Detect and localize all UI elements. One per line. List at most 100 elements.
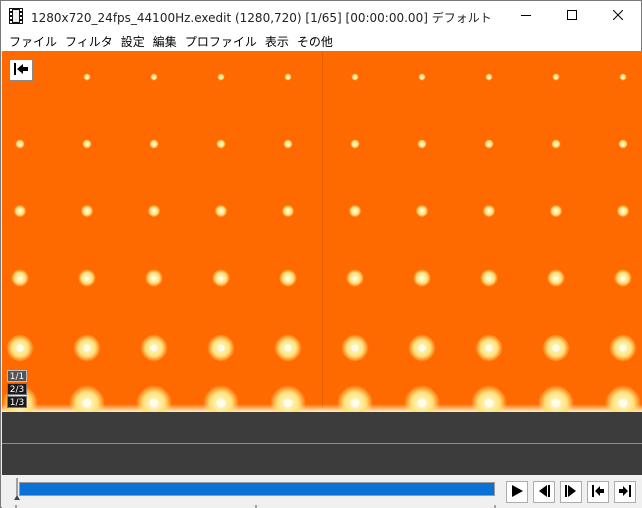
jump-to-start-button[interactable] <box>9 59 33 81</box>
sparkle-particle <box>202 329 240 367</box>
sparkle-core <box>353 142 357 146</box>
menu-edit[interactable]: 編集 <box>151 33 183 50</box>
timeline-marker-line <box>2 443 642 444</box>
sparkle-particle <box>263 378 313 412</box>
sparkle-particle <box>403 329 441 367</box>
sparkle-particle <box>531 378 581 412</box>
sparkle-core <box>352 208 358 214</box>
preview-center-divider <box>322 51 323 412</box>
minimize-button[interactable] <box>503 1 549 31</box>
video-preview[interactable]: 1/1 2/3 1/3 <box>2 51 642 412</box>
title-bar[interactable]: 1280x720_24fps_44100Hz.exedit (1280,720)… <box>1 1 641 31</box>
sparkle-core <box>621 142 625 146</box>
sparkle-particle <box>2 329 39 367</box>
sparkle-particle <box>135 329 173 367</box>
sparkle-core <box>219 142 223 146</box>
sparkle-core <box>620 208 626 214</box>
close-button[interactable] <box>595 1 641 31</box>
sparkle-particle <box>476 265 502 291</box>
sparkle-core <box>151 208 157 214</box>
sparkle-core <box>152 75 156 79</box>
sparkle-core <box>487 142 491 146</box>
sparkle-particle <box>480 202 498 220</box>
sparkle-particle <box>484 72 494 82</box>
sparkle-particle <box>397 378 447 412</box>
go-to-start-icon <box>591 484 605 501</box>
layer-badges: 1/1 2/3 1/3 <box>7 370 27 408</box>
sparkle-particle <box>11 202 29 220</box>
seek-ticks <box>14 500 498 508</box>
sparkle-core <box>85 142 89 146</box>
sparkle-particle <box>549 137 563 151</box>
layer-badge: 1/3 <box>7 396 27 408</box>
close-icon <box>612 9 624 23</box>
sparkle-core <box>15 343 25 353</box>
seek-bar[interactable] <box>19 482 495 496</box>
sparkle-core <box>219 75 223 79</box>
go-to-end-button[interactable] <box>614 481 636 503</box>
sparkle-core <box>484 343 494 353</box>
sparkle-particle <box>13 137 27 151</box>
menu-profile[interactable]: プロファイル <box>183 33 263 50</box>
sparkle-core <box>151 275 157 281</box>
step-back-icon <box>537 484 551 501</box>
sparkle-core <box>486 208 492 214</box>
step-forward-icon <box>564 484 578 501</box>
sparkle-particle <box>610 265 636 291</box>
go-to-start-button[interactable] <box>587 481 609 503</box>
sparkle-core <box>348 396 362 410</box>
play-button[interactable] <box>506 481 528 503</box>
sparkle-core <box>350 343 360 353</box>
menu-bar: ファイル フィルタ 設定 編集 プロファイル 表示 その他 <box>1 31 641 51</box>
sparkle-particle <box>464 378 514 412</box>
sparkle-particle <box>208 265 234 291</box>
app-window: 1280x720_24fps_44100Hz.exedit (1280,720)… <box>0 0 642 508</box>
sparkle-core <box>285 275 291 281</box>
sparkle-particle <box>129 378 179 412</box>
sparkle-particle <box>212 202 230 220</box>
sparkle-core <box>149 343 159 353</box>
sparkle-particle <box>149 72 159 82</box>
sparkle-core <box>84 208 90 214</box>
sparkle-core <box>85 75 89 79</box>
sparkle-core <box>549 396 563 410</box>
sparkle-particle <box>409 265 435 291</box>
sparkle-particle <box>279 202 297 220</box>
sparkle-particle <box>537 329 575 367</box>
seek-thumb[interactable] <box>14 478 20 500</box>
sparkle-core <box>553 208 559 214</box>
sparkle-particle <box>604 329 642 367</box>
sparkle-particle <box>80 137 94 151</box>
sparkle-particle <box>482 137 496 151</box>
sparkle-core <box>18 142 22 146</box>
sparkle-particle <box>413 202 431 220</box>
sparkle-core <box>353 75 357 79</box>
sparkle-core <box>281 396 295 410</box>
step-forward-button[interactable] <box>560 481 582 503</box>
timeline-panel[interactable] <box>2 412 642 475</box>
sparkle-particle <box>283 72 293 82</box>
sparkle-particle <box>616 137 630 151</box>
sparkle-core <box>482 396 496 410</box>
sparkle-core <box>218 208 224 214</box>
menu-filter[interactable]: フィルタ <box>63 33 119 50</box>
sparkle-particle <box>618 72 628 82</box>
sparkle-core <box>84 275 90 281</box>
sparkle-core <box>17 275 23 281</box>
menu-settings[interactable]: 設定 <box>119 33 151 50</box>
film-strip-icon <box>9 8 23 24</box>
jump-to-start-icon <box>13 62 29 79</box>
sparkle-core <box>487 75 491 79</box>
maximize-button[interactable] <box>549 1 595 31</box>
step-back-button[interactable] <box>533 481 555 503</box>
sparkle-particle <box>196 378 246 412</box>
sparkle-core <box>419 275 425 281</box>
menu-other[interactable]: その他 <box>295 33 339 50</box>
menu-view[interactable]: 表示 <box>263 33 295 50</box>
sparkle-particle <box>350 72 360 82</box>
sparkle-core <box>216 343 226 353</box>
sparkle-particle <box>614 202 632 220</box>
sparkle-core <box>417 343 427 353</box>
menu-file[interactable]: ファイル <box>7 33 63 50</box>
sparkle-particle <box>348 137 362 151</box>
